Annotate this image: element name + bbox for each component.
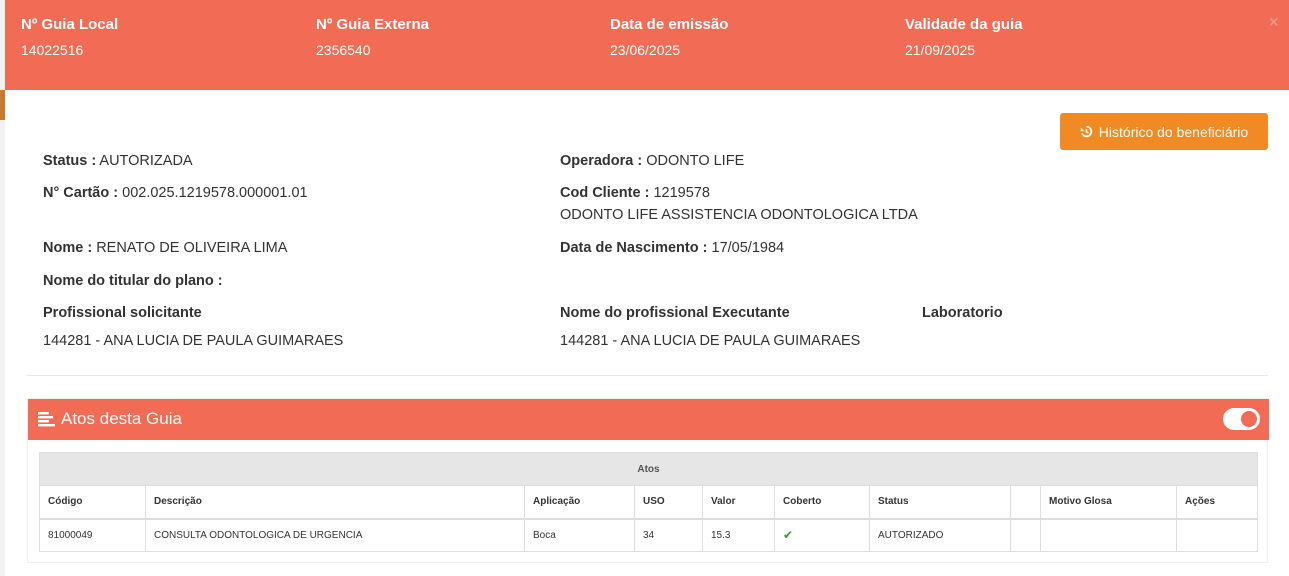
historico-beneficiario-button[interactable]: Histórico do beneficiário xyxy=(1060,113,1268,150)
col-header-status: Status xyxy=(869,485,1011,520)
nascimento-field: Data de Nascimento : 17/05/1984 xyxy=(560,240,784,256)
cod-cliente-value: 1219578 xyxy=(653,185,710,201)
col-header-acoes: Ações xyxy=(1176,485,1258,520)
toggle-knob xyxy=(1241,411,1257,427)
operadora-label: Operadora : xyxy=(560,153,643,169)
executante-label-text: Nome do profissional Executante xyxy=(560,305,790,321)
executante-value: 144281 - ANA LUCIA DE PAULA GUIMARAES xyxy=(560,333,861,349)
validade-guia-label: Validade da guia xyxy=(905,16,1023,33)
guia-externa-value: 2356540 xyxy=(316,42,371,58)
history-icon xyxy=(1080,125,1092,138)
cell-acoes xyxy=(1176,518,1258,552)
cell-status: AUTORIZADO xyxy=(869,518,1011,552)
laboratorio-label: Laboratorio xyxy=(922,305,1003,321)
table-row: 81000049 CONSULTA ODONTOLOGICA DE URGENC… xyxy=(39,518,1258,552)
guia-local-label: Nº Guia Local xyxy=(21,16,119,33)
solicitante-label: Profissional solicitante xyxy=(43,305,202,321)
operadora-value: ODONTO LIFE xyxy=(646,153,745,169)
col-header-valor: Valor xyxy=(702,485,775,520)
section-divider xyxy=(27,375,1268,376)
cell-valor: 15.3 xyxy=(702,518,775,552)
cell-coberto: ✔ xyxy=(774,518,870,552)
cell-uso: 34 xyxy=(634,518,703,552)
nome-field: Nome : RENATO DE OLIVEIRA LIMA xyxy=(43,240,287,256)
guia-externa: Nº Guia Externa 2356540 xyxy=(316,16,429,58)
atos-panel-header: Atos desta Guia xyxy=(28,399,1269,440)
atos-panel: Atos desta Guia Atos Código Descrição Ap… xyxy=(27,398,1269,563)
cartao-value: 002.025.1219578.000001.01 xyxy=(122,185,308,201)
solicitante-value: 144281 - ANA LUCIA DE PAULA GUIMARAES xyxy=(43,333,344,349)
titular-label: Nome do titular do plano : xyxy=(43,273,223,289)
col-header-motivo-glosa: Motivo Glosa xyxy=(1040,485,1177,520)
cell-motivo-glosa xyxy=(1040,518,1177,552)
status-field: Status : AUTORIZADA xyxy=(43,153,193,169)
col-header-coberto: Coberto xyxy=(774,485,870,520)
close-icon[interactable]: × xyxy=(1268,12,1279,33)
cartao-field: N° Cartão : 002.025.1219578.000001.01 xyxy=(43,185,308,201)
nascimento-value: 17/05/1984 xyxy=(711,240,785,256)
cell-extra xyxy=(1010,518,1041,552)
data-emissao: Data de emissão 23/06/2025 xyxy=(610,16,728,58)
data-emissao-value: 23/06/2025 xyxy=(610,42,681,58)
cliente-nome: ODONTO LIFE ASSISTENCIA ODONTOLOGICA LTD… xyxy=(560,207,918,223)
cell-descricao: CONSULTA ODONTOLOGICA DE URGENCIA xyxy=(145,518,525,552)
validade-guia-value: 21/09/2025 xyxy=(905,42,976,58)
status-value: AUTORIZADA xyxy=(99,153,193,169)
list-icon xyxy=(38,411,55,426)
atos-panel-title-text: Atos desta Guia xyxy=(61,409,182,428)
solicitante-label-text: Profissional solicitante xyxy=(43,305,202,321)
cod-cliente-field: Cod Cliente : 1219578 xyxy=(560,185,710,201)
atos-panel-toggle[interactable] xyxy=(1223,408,1260,430)
nascimento-label: Data de Nascimento : xyxy=(560,240,708,256)
cell-aplicacao: Boca xyxy=(524,518,635,552)
nome-label: Nome : xyxy=(43,240,93,256)
atos-table: Atos Código Descrição Aplicação USO Valo… xyxy=(39,452,1258,552)
cell-codigo: 81000049 xyxy=(39,518,146,552)
col-header-uso: USO xyxy=(634,485,703,520)
guia-externa-label: Nº Guia Externa xyxy=(316,16,430,33)
historico-button-label: Histórico do beneficiário xyxy=(1098,123,1249,140)
col-header-codigo: Código xyxy=(39,485,146,520)
col-header-extra xyxy=(1010,485,1041,520)
validade-guia: Validade da guia 21/09/2025 xyxy=(905,16,1023,58)
col-header-aplicacao: Aplicação xyxy=(524,485,635,520)
table-caption: Atos xyxy=(39,452,1258,486)
nome-value: RENATO DE OLIVEIRA LIMA xyxy=(96,240,288,256)
guia-local-value: 14022516 xyxy=(21,42,84,58)
titular-field: Nome do titular do plano : xyxy=(43,273,223,289)
guia-modal: Nº Guia Local 14022516 Nº Guia Externa 2… xyxy=(5,0,1289,576)
executante-label: Nome do profissional Executante xyxy=(560,305,790,321)
data-emissao-label: Data de emissão xyxy=(610,16,729,33)
cartao-label: N° Cartão : xyxy=(43,185,119,201)
check-icon: ✔ xyxy=(783,528,794,543)
cod-cliente-label: Cod Cliente : xyxy=(560,185,650,201)
guia-local: Nº Guia Local 14022516 xyxy=(21,16,118,58)
status-label: Status : xyxy=(43,153,97,169)
modal-header: Nº Guia Local 14022516 Nº Guia Externa 2… xyxy=(5,0,1289,90)
col-header-descricao: Descrição xyxy=(145,485,525,520)
operadora-field: Operadora : ODONTO LIFE xyxy=(560,153,744,169)
laboratorio-label-text: Laboratorio xyxy=(922,305,1003,321)
atos-panel-title: Atos desta Guia xyxy=(38,409,182,429)
